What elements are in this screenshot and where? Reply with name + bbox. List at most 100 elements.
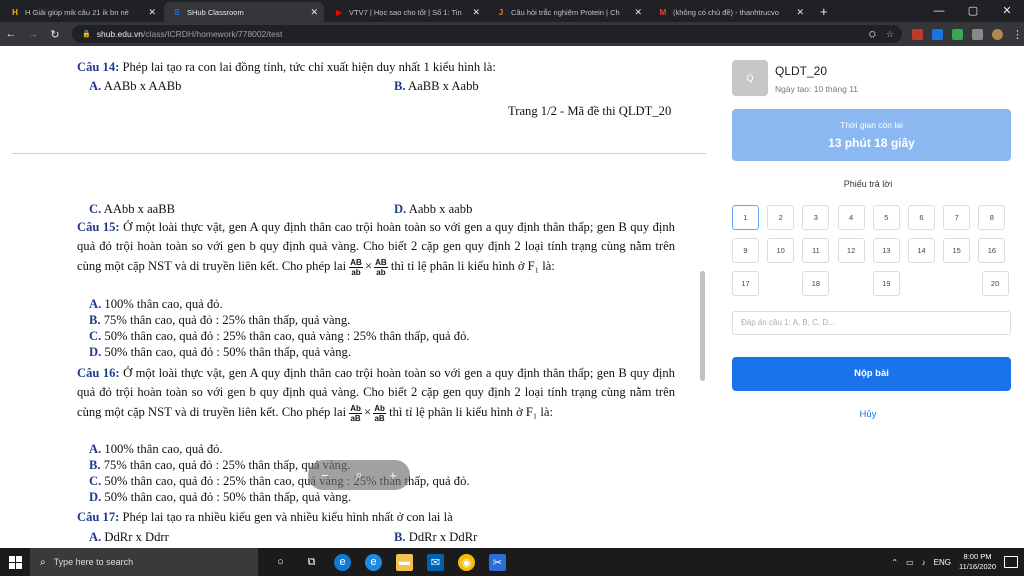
browser-tab[interactable]: J Câu hỏi trắc nghiệm Protein | Ch ✕: [488, 2, 648, 22]
option-c: C. 50% thân cao, quả đỏ : 25% thân cao, …: [89, 474, 470, 488]
option-d: D. 50% thân cao, quả đỏ : 50% thân thấp,…: [89, 490, 351, 504]
question-cell[interactable]: 19: [872, 271, 900, 296]
question-15: Câu 15: Ở một loài thực vật, gen A quy đ…: [77, 220, 675, 277]
favicon-icon: J: [498, 7, 504, 17]
minimize-icon[interactable]: —: [922, 0, 956, 22]
countdown-timer: Thời gian còn lại 13 phút 18 giây: [732, 109, 1011, 161]
url-path: /class/ICRDH/homework/778002/test: [143, 29, 283, 39]
question-cell[interactable]: 9: [732, 238, 759, 263]
task-view-icon[interactable]: ⧉: [303, 554, 320, 571]
question-text: Phép lai tạo ra nhiều kiểu gen và nhiều …: [122, 510, 453, 524]
browser-tab[interactable]: ▶ VTV7 | Học sao cho tốt | Số 1: Tin ✕: [326, 2, 486, 22]
document-scrollbar[interactable]: [700, 271, 705, 381]
question-number: Câu 17:: [77, 510, 120, 524]
search-placeholder: Type here to search: [53, 557, 134, 567]
favicon-icon: ▶: [335, 7, 343, 17]
browser-tab[interactable]: H H Giải giúp mik câu 21 ik bn nè ✕: [2, 2, 162, 22]
question-cell[interactable]: 20: [981, 271, 1009, 296]
option-c: C. AAbb x aaBB: [89, 202, 176, 216]
close-tab-icon[interactable]: ✕: [634, 7, 642, 18]
zoom-search-icon[interactable]: ⌕: [355, 467, 362, 483]
maximize-icon[interactable]: ▢: [956, 0, 990, 22]
question-number: Câu 15:: [77, 220, 120, 234]
network-icon[interactable]: ▭: [906, 558, 914, 567]
question-cell[interactable]: 17: [732, 271, 759, 296]
question-cell[interactable]: 12: [837, 238, 865, 263]
option-b: B. AaBB x Aabb: [394, 79, 479, 93]
question-number: Câu 14:: [77, 60, 120, 74]
volume-icon[interactable]: ♪: [922, 558, 926, 567]
page-footer: Trang 1/2 - Mã đề thi QLDT_20: [508, 104, 672, 118]
start-button[interactable]: [0, 548, 30, 576]
chrome-icon[interactable]: ◉: [458, 553, 475, 571]
tray-chevron-icon[interactable]: ⌃: [891, 558, 898, 567]
question-cell[interactable]: 14: [908, 238, 935, 263]
close-tab-icon[interactable]: ✕: [472, 7, 480, 18]
question-17: Câu 17: Phép lai tạo ra nhiều kiểu gen v…: [77, 508, 675, 527]
submit-button[interactable]: Nộp bài: [732, 357, 1011, 391]
question-cell[interactable]: 10: [767, 238, 795, 263]
exam-title: QLDT_20: [775, 64, 828, 78]
url-host: shub.edu.vn: [96, 29, 144, 39]
search-icon: ⌕: [40, 556, 46, 568]
back-icon[interactable]: ←: [0, 28, 22, 40]
question-cell[interactable]: 11: [802, 238, 830, 263]
language-indicator[interactable]: ENG: [934, 558, 951, 567]
question-cell[interactable]: 1: [732, 205, 759, 230]
option-d: D. Aabb x aabb: [394, 202, 473, 216]
question-cell[interactable]: 13: [872, 238, 900, 263]
screen: H H Giải giúp mik câu 21 ik bn nè ✕ S SHub C…: [0, 0, 1024, 576]
exam-document: Câu 14: Phép lai tạo ra con lai đồng tín…: [0, 46, 712, 548]
option-a: A. 100% thân cao, quả đỏ.: [89, 442, 223, 456]
genotype-fraction: AB ab: [349, 257, 363, 277]
answer-input[interactable]: Đáp án câu 1: A, B, C, D...: [732, 311, 1011, 335]
question-cell[interactable]: 6: [908, 205, 935, 230]
snip-tool-icon[interactable]: ✂: [489, 553, 506, 571]
question-cell[interactable]: 16: [978, 238, 1006, 263]
address-bar[interactable]: 🔒 shub.edu.vn /class/ICRDH/homework/7780…: [72, 25, 902, 43]
extension-icon[interactable]: [912, 28, 923, 40]
taskbar-search[interactable]: ⌕ Type here to search: [30, 548, 258, 576]
question-number: Câu 16:: [77, 366, 120, 380]
cancel-link[interactable]: Hủy: [712, 409, 1024, 420]
question-cell[interactable]: 4: [837, 205, 865, 230]
question-text: Phép lai tạo ra con lai đồng tính, tức c…: [122, 60, 496, 74]
browser-tab[interactable]: M (không có chủ đề) - thanhtrucvo ✕: [650, 2, 810, 22]
close-tab-icon[interactable]: ✕: [148, 7, 156, 18]
edge-icon[interactable]: e: [334, 553, 351, 571]
question-cell[interactable]: 5: [872, 205, 900, 230]
file-explorer-icon[interactable]: ▬: [396, 553, 413, 571]
close-tab-icon[interactable]: ✕: [796, 7, 804, 18]
bookmark-star-icon[interactable]: ☆: [886, 29, 894, 40]
question-cell[interactable]: 8: [978, 205, 1006, 230]
system-clock[interactable]: 8:00 PM 11/16/2020: [959, 552, 996, 572]
genotype-fraction: Ab aB: [373, 403, 386, 423]
question-cell[interactable]: 3: [802, 205, 830, 230]
question-cell[interactable]: 18: [802, 271, 830, 296]
cortana-icon[interactable]: ○: [272, 554, 289, 571]
extension-icon[interactable]: [952, 28, 963, 40]
profile-avatar[interactable]: [992, 28, 1003, 40]
reload-icon[interactable]: ↻: [44, 28, 66, 41]
answer-sheet-title: Phiếu trả lời: [843, 179, 893, 189]
question-cell[interactable]: 2: [767, 205, 795, 230]
favicon-icon: H: [12, 7, 18, 17]
ie-icon[interactable]: e: [365, 553, 382, 571]
new-tab-button[interactable]: +: [820, 2, 828, 22]
option-a: A. AABb x AABb: [89, 79, 182, 93]
question-cell[interactable]: 7: [943, 205, 971, 230]
close-tab-icon[interactable]: ✕: [310, 7, 318, 18]
zoom-in-button[interactable]: +: [389, 468, 397, 483]
browser-tab[interactable]: S SHub Classroom ✕: [164, 2, 324, 22]
close-window-icon[interactable]: ✕: [990, 0, 1024, 22]
forward-icon[interactable]: →: [22, 28, 44, 40]
zoom-out-button[interactable]: −: [321, 468, 329, 483]
windows-logo-icon: [8, 555, 22, 569]
extension-icon[interactable]: [932, 28, 943, 40]
menu-kebab-icon[interactable]: ⋮: [1012, 28, 1023, 41]
extension-icon[interactable]: [972, 28, 983, 40]
notification-icon[interactable]: [1004, 556, 1018, 568]
translate-icon[interactable]: ⛭: [869, 29, 876, 40]
question-cell[interactable]: 15: [943, 238, 971, 263]
mail-icon[interactable]: ✉: [427, 553, 444, 571]
